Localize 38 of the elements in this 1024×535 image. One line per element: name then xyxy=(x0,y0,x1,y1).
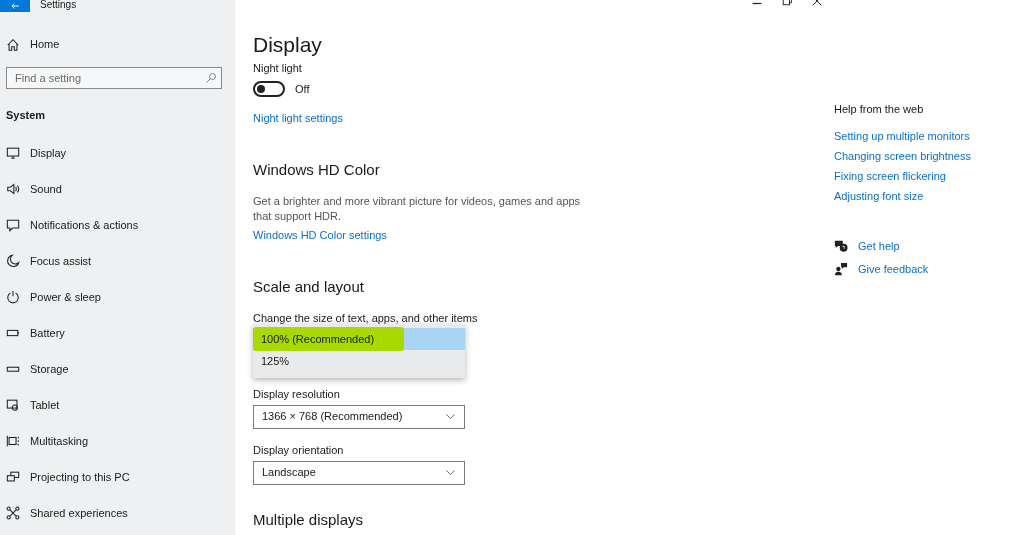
sidebar-item[interactable]: Battery xyxy=(0,325,235,341)
section-heading: Scale and layout xyxy=(253,277,365,296)
sidebar-item[interactable]: Display xyxy=(0,145,235,161)
sidebar-item[interactable]: Shared experiences xyxy=(0,505,235,521)
section-heading: Multiple displays xyxy=(253,510,365,529)
help-link[interactable]: Give feedback xyxy=(858,262,929,276)
setting-label: Display resolution xyxy=(253,386,341,401)
help-link[interactable]: Fixing screen flickering xyxy=(834,169,946,183)
help-link[interactable]: Get help xyxy=(858,239,900,253)
dropdown-select[interactable]: Landscape xyxy=(253,460,465,485)
home-link[interactable]: Home xyxy=(0,37,235,52)
search-field[interactable]: Find a setting xyxy=(6,67,222,89)
settings-link[interactable]: Windows HD Color settings xyxy=(253,228,387,242)
sidebar-item[interactable]: Projecting to this PC xyxy=(0,469,235,485)
dropdown-select[interactable]: 1366 × 768 (Recommended) xyxy=(253,404,465,429)
setting-label: Display orientation xyxy=(253,442,345,457)
setting-label: Night light xyxy=(253,61,303,75)
sidebar-item[interactable]: Tablet xyxy=(0,397,235,413)
sidebar-item[interactable]: Power & sleep xyxy=(0,289,235,305)
settings-link[interactable]: Night light settings xyxy=(253,110,343,125)
sidebar-item[interactable]: Notifications & actions xyxy=(0,217,235,233)
dropdown-option[interactable]: 125% xyxy=(253,350,465,372)
toggle-state: Off xyxy=(295,82,310,97)
section-heading: System xyxy=(6,108,47,122)
help-heading: Help from the web xyxy=(834,102,925,116)
sidebar-item[interactable]: Multitasking xyxy=(0,433,235,449)
description-text: Get a brighter and more vibrant picture for videos, games and apps that support HDR. xyxy=(253,194,582,224)
help-link[interactable]: Adjusting font size xyxy=(834,189,924,203)
help-link[interactable]: Setting up multiple monitors xyxy=(834,129,970,143)
sidebar-item[interactable]: Focus assist xyxy=(0,253,235,269)
section-heading: Windows HD Color xyxy=(253,161,381,179)
page-title: Display xyxy=(253,33,323,57)
dropdown-option[interactable]: 100% (Recommended) xyxy=(253,328,465,350)
setting-label: Change the size of text, apps, and other items xyxy=(253,310,479,325)
sidebar-item[interactable]: Sound xyxy=(0,181,235,197)
sidebar-item[interactable]: Storage xyxy=(0,361,235,377)
window-title: Settings xyxy=(40,0,77,10)
help-link[interactable]: Changing screen brightness xyxy=(834,149,971,163)
